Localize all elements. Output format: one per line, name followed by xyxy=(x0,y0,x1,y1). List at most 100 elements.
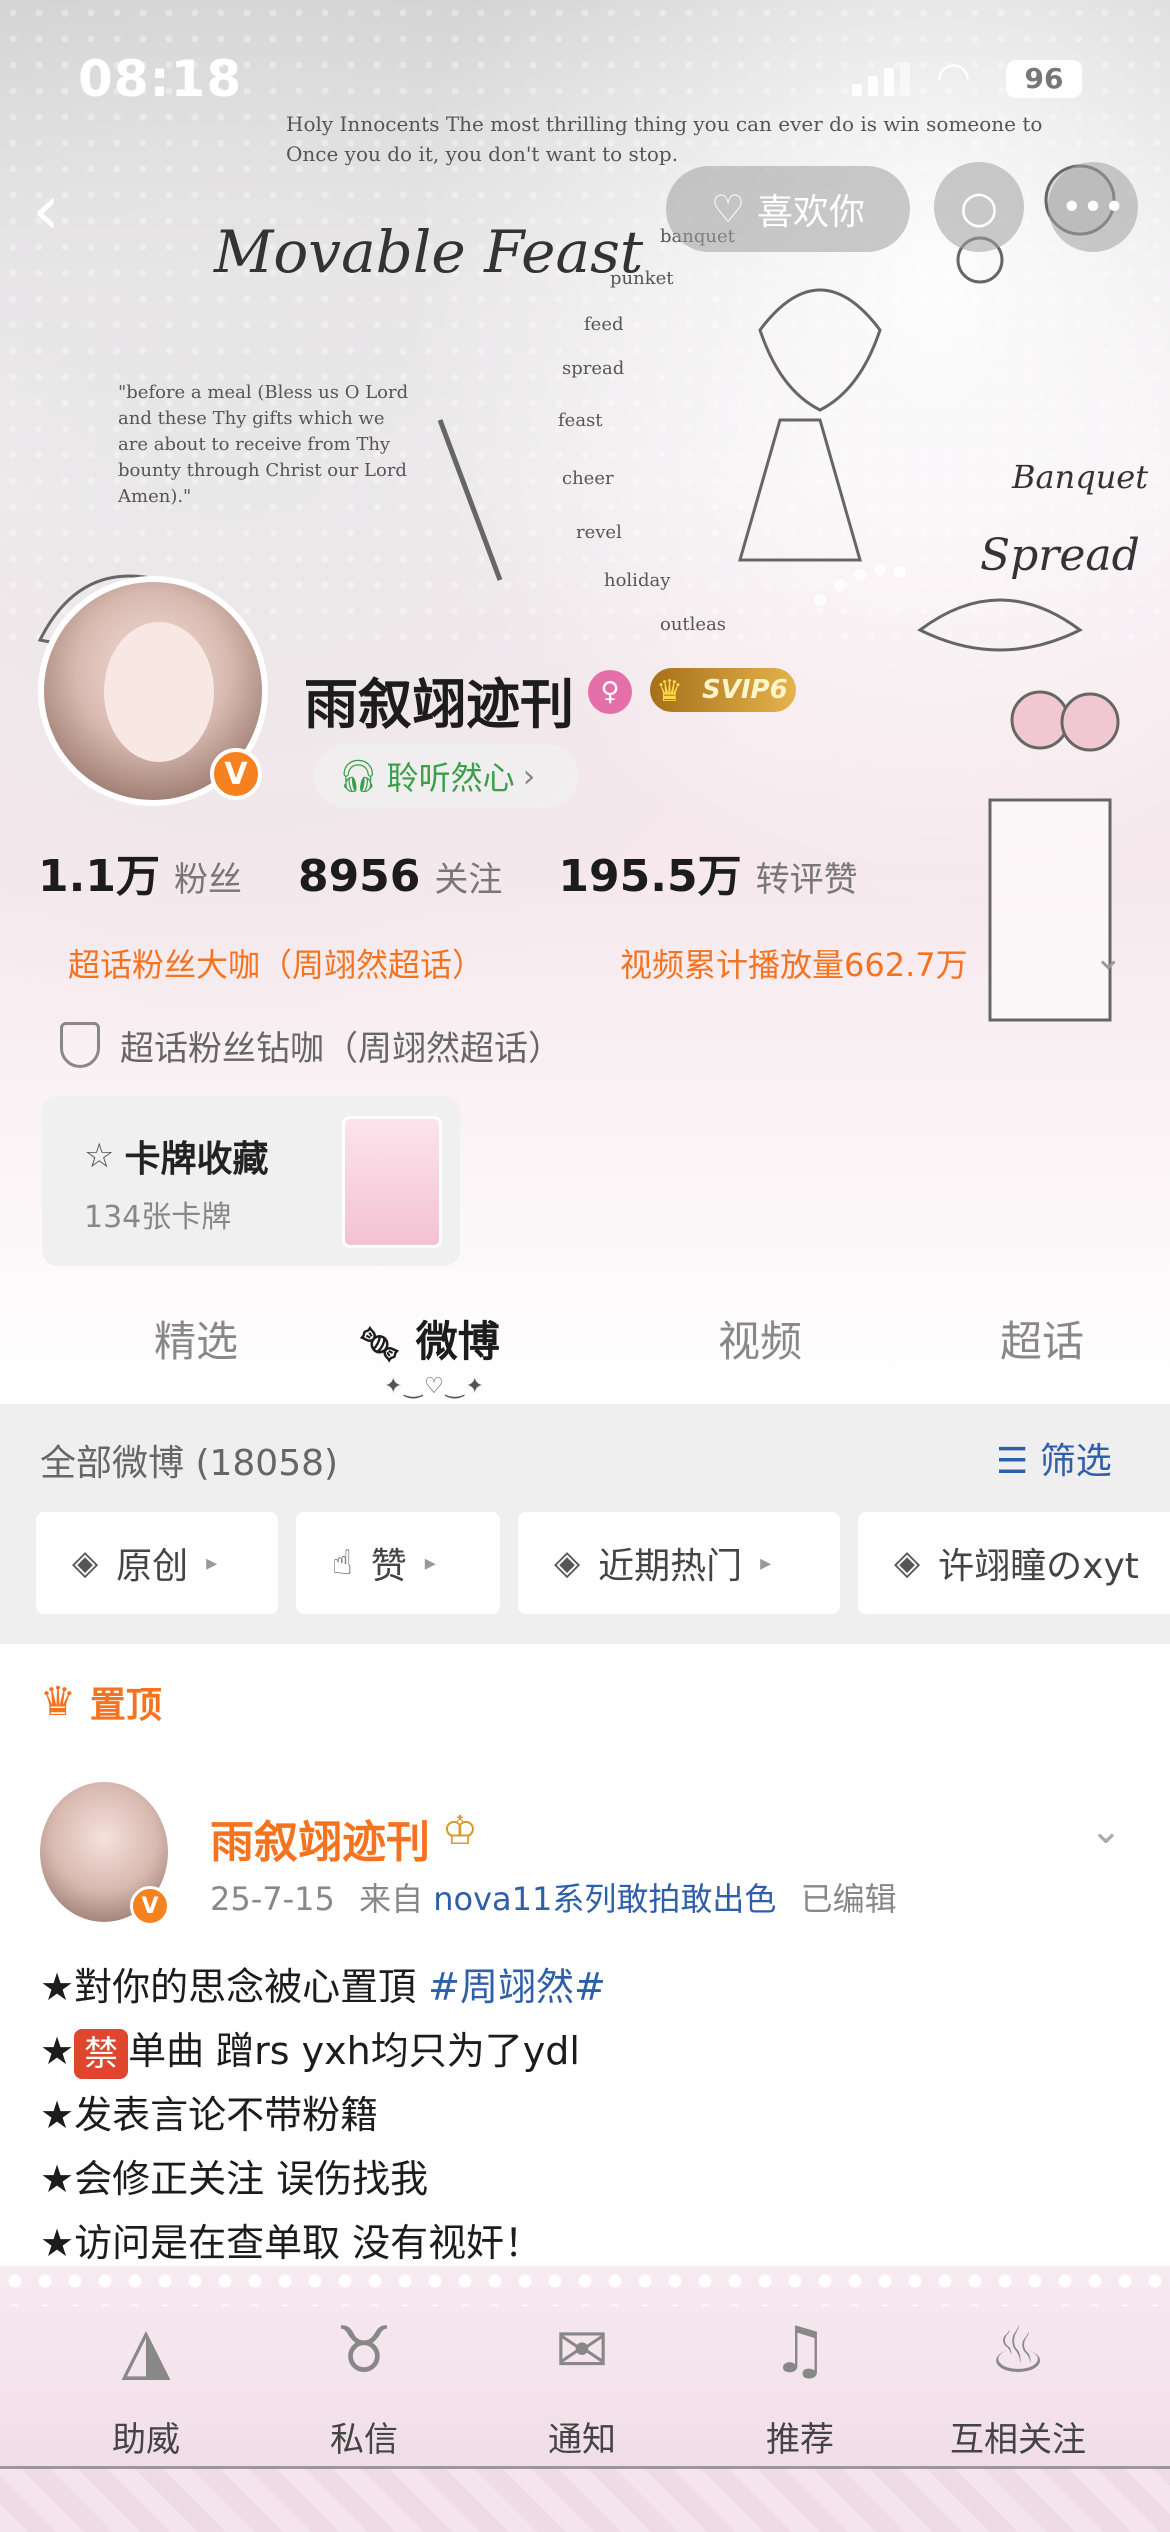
honor-supertopic[interactable]: 超话粉丝大咖（周翊然超话） xyxy=(68,940,484,986)
tab-weibo-label: 微博 xyxy=(415,1317,500,1366)
nav-notifications[interactable]: ✉︎ 通知 xyxy=(482,2306,682,2461)
post-from-prefix: 来自 xyxy=(359,1880,424,1918)
thumbs-up-icon: ☝ xyxy=(332,1543,353,1583)
battery-indicator: 96 xyxy=(1006,60,1082,98)
post-line-1: ★對你的思念被心置頂 #周翊然# xyxy=(40,1956,606,2011)
layers-icon: ◈ xyxy=(894,1543,921,1583)
nav-mutual-follow[interactable]: ♨︎ 互相关注 xyxy=(918,2306,1118,2461)
chip-likes-label: 赞 xyxy=(370,1546,407,1587)
letter-icon: ✉︎ xyxy=(555,2314,609,2388)
chip-custom[interactable]: ◈ 许翊瞳のxyt xyxy=(858,1512,1170,1614)
post-verified-badge: V xyxy=(130,1886,170,1926)
filter-label: 筛选 xyxy=(1039,1441,1112,1482)
post-line-5: ★访问是在查单取 没有视奸！ xyxy=(40,2221,543,2265)
card-icon: ☆ xyxy=(84,1136,115,1176)
followers-count[interactable]: 1.1万 xyxy=(38,840,160,904)
chip-original[interactable]: ◈ 原创 ▸ xyxy=(36,1512,278,1614)
column-icon xyxy=(988,798,1112,1022)
following-count[interactable]: 8956 xyxy=(298,851,420,902)
svip-label: SVIP6 xyxy=(702,675,788,705)
filter-chips: ◈ 原创 ▸ ☝ 赞 ▸ ◈ 近期热门 ▸ ◈ 许翊瞳のxyt xyxy=(36,1512,1170,1614)
chip-trending-label: 近期热门 xyxy=(598,1546,743,1587)
all-posts-count: 全部微博 (18058) xyxy=(40,1443,339,1484)
card-collection-title: 卡牌收藏 xyxy=(124,1139,269,1180)
caret-right-icon: ▸ xyxy=(424,1550,436,1576)
nav-cheer-label: 助威 xyxy=(112,2420,180,2460)
tab-featured[interactable]: 精选 xyxy=(154,1308,238,1369)
post-line-2: ★ 禁单曲 蹭rs yxh均只为了ydl xyxy=(40,2020,580,2079)
nav-notifications-label: 通知 xyxy=(548,2420,616,2460)
like-label: 喜欢你 xyxy=(757,192,866,233)
hashtag-link[interactable]: #周翊然# xyxy=(428,1965,606,2009)
card-thumbnail xyxy=(342,1116,442,1248)
post-line-3: ★发表言论不带粉籍 xyxy=(40,2093,379,2137)
following-label[interactable]: 关注 xyxy=(434,852,502,901)
fork-icon xyxy=(437,419,503,581)
flower-vase-outline xyxy=(758,288,882,412)
caret-right-icon: ▸ xyxy=(760,1550,772,1576)
ribbon-decoration xyxy=(0,2466,1170,2532)
svip-badge[interactable]: ♛ SVIP6 xyxy=(650,668,796,712)
followers-label[interactable]: 粉丝 xyxy=(174,852,242,901)
search-button[interactable]: ○ xyxy=(934,162,1024,252)
card-collection[interactable]: ☆ 卡牌收藏 134张卡牌 xyxy=(42,1096,460,1266)
post-date: 25-7-15 xyxy=(210,1880,335,1918)
candy-icon: 🍬︎ xyxy=(358,1325,402,1365)
username: 雨叙翊迹刊 xyxy=(304,673,574,736)
layers-icon: ◈ xyxy=(554,1543,581,1583)
post-options-chevron-icon[interactable]: ⌄ xyxy=(1090,1808,1122,1852)
tab-supertopic[interactable]: 超话 xyxy=(1000,1308,1084,1369)
filter-button[interactable]: ☰ 筛选 xyxy=(996,1432,1112,1484)
feed-filter-area: 全部微博 (18058) ☰ 筛选 ◈ 原创 ▸ ☝ 赞 ▸ ◈ 近期热门 ▸ … xyxy=(0,1404,1170,1644)
status-time: 08:18 xyxy=(78,50,243,108)
tab-video[interactable]: 视频 xyxy=(718,1308,802,1369)
nav-cheer[interactable]: ◮ 助威 xyxy=(46,2306,246,2461)
post-line-2-text: 单曲 蹭rs yxh均只为了ydl xyxy=(128,2029,580,2073)
filter-icon: ☰ xyxy=(996,1441,1029,1482)
status-bar: 08:18 ◠ 96 xyxy=(0,40,1170,120)
chevron-down-icon[interactable]: ⌄ xyxy=(1094,938,1123,978)
chip-trending[interactable]: ◈ 近期热门 ▸ xyxy=(518,1512,840,1614)
bottom-nav: ◮ 助威 ♉︎ 私信 ✉︎ 通知 ♫ 推荐 ♨︎ 互相关注 xyxy=(0,2266,1170,2532)
goblet-icon: ♉︎ xyxy=(335,2314,393,2388)
listen-label: 聆听然心 xyxy=(386,759,515,797)
active-tab-indicator: ✦‿♡‿✦ xyxy=(384,1374,486,1399)
profile-stats: 1.1万 粉丝 8956 关注 195.5万 转评赞 xyxy=(38,840,938,910)
nav-mutual-follow-label: 互相关注 xyxy=(950,2420,1086,2460)
nav-recommend[interactable]: ♫ 推荐 xyxy=(700,2306,900,2461)
cupcake-icon: ♨︎ xyxy=(989,2314,1047,2388)
engagement-label: 转评赞 xyxy=(755,860,858,900)
verified-badge: V xyxy=(210,748,262,800)
profile-tabs: 精选 🍬︎ 微博 ✦‿♡‿✦ 视频 超话 xyxy=(0,1288,1170,1399)
listen-button[interactable]: 🎧︎ 聆听然心 › xyxy=(314,744,578,808)
like-icon: ♡ xyxy=(710,187,746,231)
search-icon: ○ xyxy=(959,181,999,233)
bow-right-icon xyxy=(917,598,1083,652)
chevron-right-icon: › xyxy=(522,757,536,795)
signal-icon xyxy=(852,62,912,96)
post-author-name[interactable]: 雨叙翊迹刊 xyxy=(210,1806,430,1870)
post-line-4: ★会修正关注 误伤找我 xyxy=(40,2157,429,2201)
honor-video-plays[interactable]: 视频累计播放量662.7万 xyxy=(620,940,968,986)
more-button[interactable]: ••• xyxy=(1048,162,1138,252)
diamond-fan-label: 超话粉丝钻咖（周翊然超话） xyxy=(120,1028,562,1069)
post-line-2-star: ★ xyxy=(40,2029,75,2073)
chip-likes[interactable]: ☝ 赞 ▸ xyxy=(296,1512,500,1614)
crown-icon: ♛ xyxy=(40,1679,76,1725)
chip-custom-label: 许翊瞳のxyt xyxy=(938,1546,1139,1587)
diamond-fan-badge[interactable]: 超话粉丝钻咖（周翊然超话） xyxy=(60,1020,562,1070)
crown-badge-icon: ♔ xyxy=(442,1808,478,1854)
nav-messages[interactable]: ♉︎ 私信 xyxy=(264,2306,464,2461)
chip-original-label: 原创 xyxy=(116,1546,189,1587)
shield-icon xyxy=(60,1022,100,1068)
avatar-face xyxy=(104,622,214,762)
nav-recommend-label: 推荐 xyxy=(766,2420,834,2460)
post-edited: 已编辑 xyxy=(800,1880,897,1918)
back-button[interactable]: ‹ xyxy=(32,170,92,250)
post-source[interactable]: nova11系列敢拍敢出色 xyxy=(433,1880,776,1918)
tab-weibo[interactable]: 🍬︎ 微博 xyxy=(358,1308,500,1369)
cherry-icon xyxy=(1010,690,1070,750)
lyre-icon: ♫ xyxy=(771,2314,829,2388)
card-collection-title-row: ☆ 卡牌收藏 xyxy=(84,1130,269,1182)
like-button[interactable]: ♡ 喜欢你 xyxy=(666,166,910,252)
